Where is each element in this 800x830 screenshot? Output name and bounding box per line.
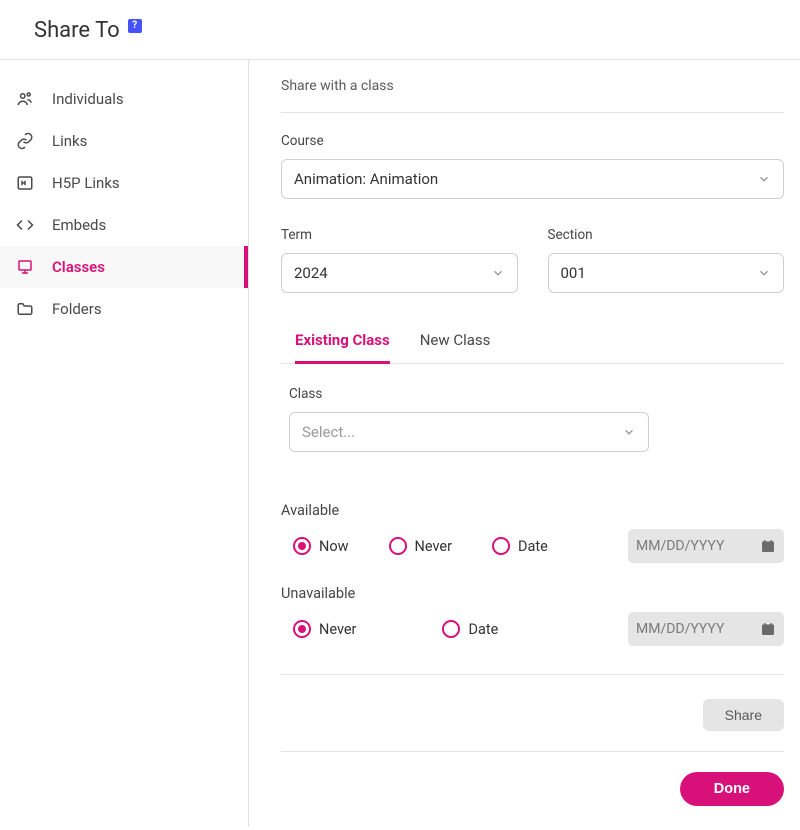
modal-title: Share To: [34, 18, 120, 43]
chevron-down-icon: [757, 266, 771, 280]
folder-icon: [16, 300, 34, 318]
link-icon: [16, 132, 34, 150]
chevron-down-icon: [622, 425, 636, 439]
radio-label: Date: [468, 621, 498, 638]
panel-subtitle: Share with a class: [281, 78, 784, 113]
h5p-icon: [16, 174, 34, 192]
sidebar-item-label: Classes: [52, 258, 105, 276]
share-button[interactable]: Share: [703, 699, 784, 731]
radio-icon: [293, 537, 311, 555]
radio-unavailable-never[interactable]: Never: [293, 620, 356, 638]
radio-icon: [492, 537, 510, 555]
section-select-value: 001: [561, 264, 586, 282]
sidebar-item-label: H5P Links: [52, 174, 120, 192]
radio-label: Never: [319, 621, 356, 638]
radio-available-now[interactable]: Now: [293, 537, 349, 555]
sidebar-item-embeds[interactable]: Embeds: [0, 204, 248, 246]
radio-label: Now: [319, 538, 349, 555]
class-tabs: Existing Class New Class: [281, 331, 784, 364]
radio-icon: [389, 537, 407, 555]
course-label: Course: [281, 133, 784, 149]
chevron-down-icon: [757, 172, 771, 186]
available-label: Available: [281, 502, 784, 519]
sidebar-item-label: Folders: [52, 300, 102, 318]
tab-existing-class[interactable]: Existing Class: [295, 331, 390, 364]
presentation-icon: [16, 258, 34, 276]
calendar-icon: [760, 621, 776, 637]
term-select[interactable]: 2024: [281, 253, 518, 293]
available-date-input[interactable]: MM/DD/YYYY: [628, 529, 784, 563]
sidebar-item-label: Individuals: [52, 90, 124, 108]
course-select[interactable]: Animation: Animation: [281, 159, 784, 199]
calendar-icon: [760, 538, 776, 554]
class-select-placeholder: Select...: [302, 423, 355, 441]
date-placeholder: MM/DD/YYYY: [636, 621, 752, 637]
date-placeholder: MM/DD/YYYY: [636, 538, 752, 554]
sidebar: Individuals Links H5P Links Embeds Class: [0, 60, 249, 827]
radio-label: Never: [415, 538, 452, 555]
course-select-value: Animation: Animation: [294, 170, 438, 188]
radio-available-date[interactable]: Date: [492, 537, 548, 555]
term-select-value: 2024: [294, 264, 328, 282]
unavailable-label: Unavailable: [281, 585, 784, 602]
section-label: Section: [548, 227, 785, 243]
sidebar-item-label: Links: [52, 132, 87, 150]
radio-label: Date: [518, 538, 548, 555]
section-select[interactable]: 001: [548, 253, 785, 293]
code-icon: [16, 216, 34, 234]
radio-available-never[interactable]: Never: [389, 537, 452, 555]
sidebar-item-folders[interactable]: Folders: [0, 288, 248, 330]
radio-unavailable-date[interactable]: Date: [442, 620, 498, 638]
help-icon[interactable]: ?: [128, 19, 142, 33]
radio-icon: [293, 620, 311, 638]
modal-header: Share To ?: [0, 0, 800, 59]
term-label: Term: [281, 227, 518, 243]
done-button[interactable]: Done: [680, 772, 784, 806]
radio-icon: [442, 620, 460, 638]
sidebar-item-links[interactable]: Links: [0, 120, 248, 162]
main-panel: Share with a class Course Animation: Ani…: [249, 60, 800, 827]
class-select[interactable]: Select...: [289, 412, 649, 452]
tab-new-class[interactable]: New Class: [420, 331, 491, 363]
people-icon: [16, 90, 34, 108]
class-label: Class: [289, 386, 784, 402]
unavailable-date-input[interactable]: MM/DD/YYYY: [628, 612, 784, 646]
sidebar-item-classes[interactable]: Classes: [0, 246, 248, 288]
sidebar-item-h5p-links[interactable]: H5P Links: [0, 162, 248, 204]
sidebar-item-label: Embeds: [52, 216, 106, 234]
chevron-down-icon: [491, 266, 505, 280]
sidebar-item-individuals[interactable]: Individuals: [0, 78, 248, 120]
